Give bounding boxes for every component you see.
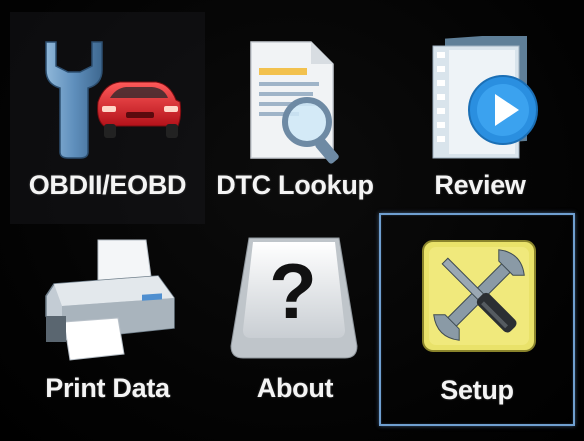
tools-icon [422, 240, 536, 352]
menu-label: Print Data [45, 373, 170, 403]
film-play-icon [432, 36, 538, 159]
menu-item-obdii-eobd[interactable]: OBDII/EOBD [10, 12, 205, 224]
menu-label: OBDII/EOBD [28, 170, 187, 200]
menu-label: Setup [440, 375, 514, 405]
menu-item-about[interactable]: ? About [205, 226, 385, 426]
menu-label: DTC Lookup [216, 170, 374, 200]
menu-item-dtc-lookup[interactable]: DTC Lookup [205, 12, 385, 224]
document-magnifier-icon [250, 41, 339, 164]
menu-item-review[interactable]: Review [385, 12, 575, 224]
menu-item-print-data[interactable]: Print Data [10, 226, 205, 426]
menu-item-setup[interactable]: Setup [379, 213, 575, 426]
svg-text:?: ? [269, 247, 317, 335]
wrench-car-icon [45, 41, 182, 159]
menu-label: Review [434, 170, 526, 200]
main-menu-screen: OBDII/EOBD DTC Lookup Review Print Data … [0, 0, 584, 441]
printer-icon [45, 239, 175, 361]
menu-label: About [256, 373, 334, 403]
question-key-icon: ? [230, 237, 358, 359]
